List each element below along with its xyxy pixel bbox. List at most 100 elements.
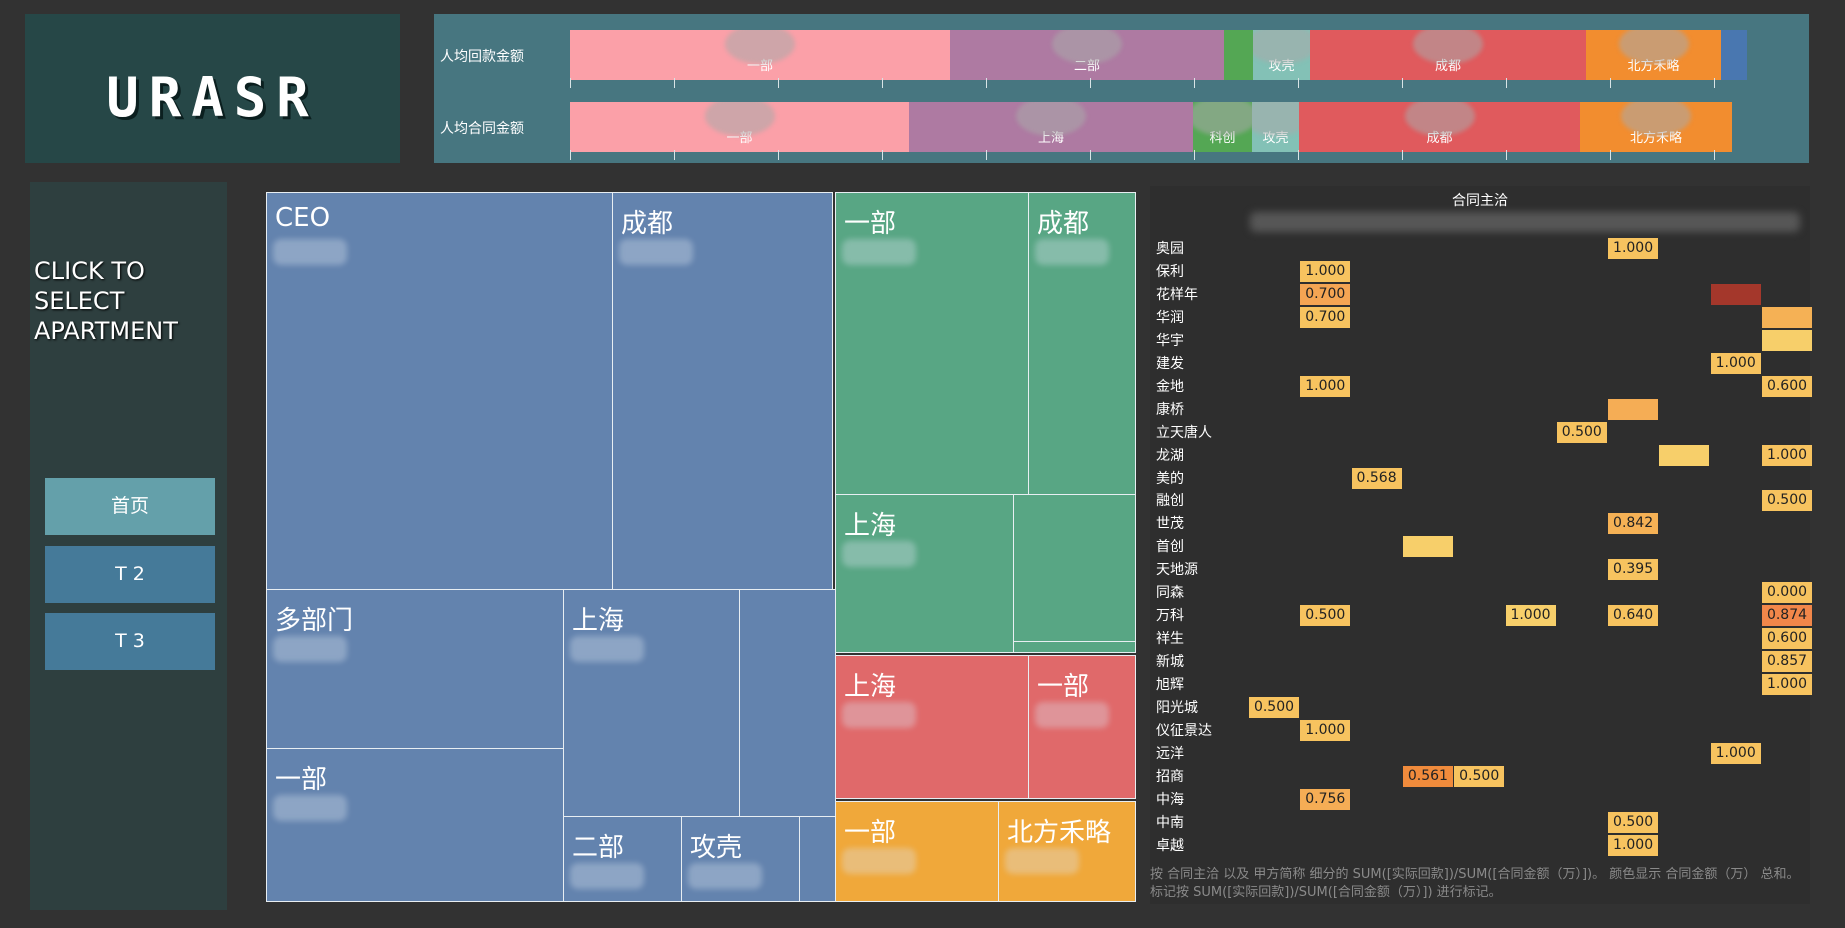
treemap-cell[interactable]: 一部 — [835, 801, 999, 902]
heatmap-row-label: 旭辉 — [1156, 677, 1184, 694]
t3-button[interactable]: T 3 — [45, 613, 215, 670]
heatmap-row-label: 阳光城 — [1156, 700, 1198, 716]
bar-track: 一部 二部 攻壳 成都 北方禾略 — [570, 30, 1809, 88]
bar-segment[interactable]: 科创 — [1193, 102, 1252, 152]
heatmap-cell[interactable] — [1608, 398, 1659, 420]
heatmap-cell[interactable] — [1710, 283, 1761, 305]
heatmap-cell[interactable]: 0.842 — [1608, 513, 1659, 535]
heatmap-cell[interactable]: 1.000 — [1710, 742, 1761, 764]
home-button[interactable]: 首页 — [45, 478, 215, 535]
treemap-cell[interactable]: 上海 — [835, 655, 1029, 799]
heatmap-cell[interactable]: 0.000 — [1762, 582, 1812, 604]
treemap-cell[interactable]: 上海 — [835, 494, 1014, 653]
bar-segment[interactable]: 成都 — [1299, 102, 1580, 152]
heatmap-cell[interactable]: 1.000 — [1608, 834, 1659, 856]
axis-tick — [674, 150, 675, 160]
heatmap-cell[interactable]: 0.700 — [1300, 306, 1351, 328]
heatmap-row-label: 华宇 — [1156, 332, 1184, 349]
bar-row-hetong: 人均合同金额 一部 上海 科创 攻壳 成都 北方禾略 — [434, 102, 1809, 160]
heatmap-cell[interactable]: 1.000 — [1300, 375, 1351, 397]
heatmap-cell[interactable]: 0.600 — [1762, 375, 1812, 397]
redacted-value — [273, 795, 347, 821]
heatmap-cell[interactable]: 0.600 — [1762, 628, 1812, 650]
heatmap-cell[interactable] — [1402, 536, 1453, 558]
heatmap-cell[interactable] — [1762, 329, 1812, 351]
treemap-cell[interactable]: 一部 — [835, 192, 1029, 495]
heatmap-cell[interactable] — [1659, 444, 1710, 466]
treemap-cell[interactable]: 一部 — [266, 748, 564, 902]
heatmap-row-label: 康桥 — [1156, 401, 1184, 418]
treemap-cell[interactable] — [1013, 494, 1136, 642]
heatmap-cell[interactable]: 1.000 — [1762, 444, 1812, 466]
heatmap-cell[interactable]: 0.500 — [1556, 421, 1607, 443]
treemap-cell[interactable]: 一部 — [1028, 655, 1136, 799]
treemap-cell[interactable]: 上海 — [563, 589, 740, 817]
heatmap-cell[interactable]: 1.000 — [1300, 719, 1351, 741]
treemap-cell[interactable]: 成都 — [1028, 192, 1136, 495]
redacted-value — [842, 702, 916, 728]
redacted-blob — [1193, 102, 1252, 136]
treemap-cell[interactable]: 二部 — [563, 816, 682, 902]
bar-segment[interactable]: 二部 — [950, 30, 1224, 80]
heatmap-cell[interactable]: 0.500 — [1762, 490, 1812, 512]
bar-segment[interactable] — [1224, 30, 1253, 80]
axis-tick — [882, 78, 883, 88]
heatmap-cell[interactable]: 1.000 — [1300, 260, 1351, 282]
heatmap-cell[interactable]: 0.640 — [1608, 605, 1659, 627]
redacted-value — [842, 848, 916, 874]
heatmap-row-label: 同森 — [1156, 585, 1184, 602]
bar-segment[interactable] — [1721, 30, 1747, 80]
heatmap-cell[interactable]: 0.500 — [1608, 811, 1659, 833]
heatmap-cell[interactable]: 1.000 — [1710, 352, 1761, 374]
bar-segment[interactable]: 北方禾略 — [1580, 102, 1732, 152]
nav-panel: CLICK TO SELECT APARTMENT 首页 T 2 T 3 — [30, 182, 227, 910]
bar-segment[interactable]: 攻壳 — [1253, 30, 1310, 80]
heatmap-row-label: 首创 — [1156, 539, 1184, 556]
heatmap-cell[interactable]: 0.561 — [1402, 765, 1453, 787]
axis-tick — [1090, 78, 1091, 88]
redacted-value — [842, 541, 916, 567]
bar-segment[interactable]: 成都 — [1310, 30, 1586, 80]
bar-segment[interactable]: 一部 — [570, 30, 950, 80]
heatmap-cell[interactable]: 0.500 — [1300, 605, 1351, 627]
treemap-cell[interactable]: CEO — [266, 192, 613, 590]
redacted-value — [570, 863, 644, 889]
bar-segment[interactable]: 攻壳 — [1252, 102, 1299, 152]
treemap-cell[interactable] — [799, 816, 836, 902]
bar-segment[interactable]: 北方禾略 — [1586, 30, 1721, 80]
heatmap-cell[interactable]: 0.500 — [1454, 765, 1505, 787]
axis-tick — [1194, 150, 1195, 160]
treemap-cell[interactable]: 北方禾略 — [998, 801, 1136, 902]
bar-segment[interactable]: 上海 — [909, 102, 1193, 152]
heatmap-cell[interactable]: 0.857 — [1762, 651, 1812, 673]
treemap-cell[interactable]: 成都 — [612, 192, 833, 590]
heatmap-cell[interactable]: 1.000 — [1608, 238, 1659, 259]
heatmap-cell[interactable]: 0.756 — [1300, 788, 1351, 810]
axis-tick — [1298, 150, 1299, 160]
treemap-cell[interactable]: 攻壳 — [681, 816, 800, 902]
treemap-cell-label: 二部 — [572, 833, 625, 863]
redacted-value — [1005, 848, 1079, 874]
redacted-value — [570, 636, 644, 662]
axis-tick — [986, 150, 987, 160]
heatmap-cell[interactable] — [1762, 306, 1812, 328]
treemap-cell-label: 北方禾略 — [1007, 818, 1112, 848]
department-treemap: CEO 成都 多部门 上海 一部 二部 攻壳 一部 成都 上海 上海 一部 一部 北方禾略 — [266, 192, 1136, 902]
t2-button[interactable]: T 2 — [45, 546, 215, 603]
heatmap-cell[interactable]: 0.700 — [1300, 283, 1351, 305]
redacted-value — [273, 239, 347, 265]
redacted-blob — [1252, 102, 1299, 136]
heatmap-cell[interactable]: 0.395 — [1608, 559, 1659, 581]
treemap-cell[interactable]: 多部门 — [266, 589, 564, 749]
heatmap-row-label: 中海 — [1156, 791, 1184, 808]
treemap-cell[interactable] — [739, 589, 836, 817]
heatmap-cell[interactable]: 0.500 — [1249, 697, 1299, 718]
heatmap-cell[interactable]: 0.568 — [1351, 467, 1402, 489]
redacted-value — [842, 239, 916, 265]
heatmap-cell[interactable]: 1.000 — [1505, 605, 1556, 627]
treemap-cell[interactable] — [1013, 641, 1136, 653]
heatmap-cell[interactable]: 1.000 — [1762, 674, 1812, 696]
heatmap-row-label: 祥生 — [1156, 631, 1184, 648]
heatmap-cell[interactable]: 0.874 — [1762, 605, 1812, 627]
bar-segment[interactable]: 一部 — [570, 102, 909, 152]
